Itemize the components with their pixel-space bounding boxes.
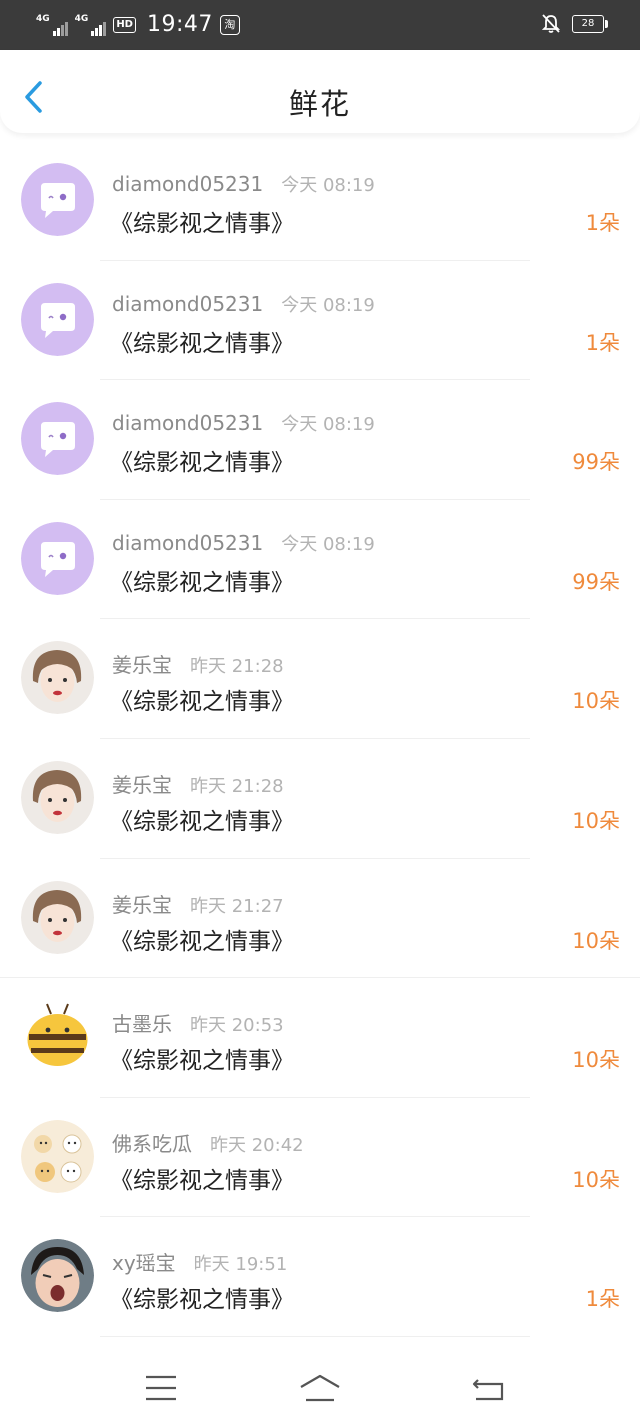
avatar[interactable] xyxy=(21,163,94,236)
list-item[interactable]: xy瑶宝 昨天 19:51 《综影视之情事》 1朵 xyxy=(0,1217,640,1337)
work-title: 《综影视之情事》 xyxy=(110,330,294,357)
flower-count: 10朵 xyxy=(572,689,620,714)
username-text: xy瑶宝 xyxy=(112,1251,176,1276)
network-type-label: 4G xyxy=(36,14,50,24)
timestamp: 今天 08:19 xyxy=(281,414,375,436)
work-title: 《综影视之情事》 xyxy=(110,211,294,237)
flower-count: 1朵 xyxy=(585,1287,620,1312)
username: 姜乐宝 昨天 21:28 xyxy=(112,769,284,798)
username-text: 姜乐宝 xyxy=(112,772,172,797)
avatar[interactable] xyxy=(21,282,94,356)
work-title: 《综影视之情事》 xyxy=(110,1287,294,1314)
username-text: diamond05231 xyxy=(112,172,264,196)
work-title: 《综影视之情事》 xyxy=(110,689,294,716)
taobao-notification-icon: 淘 xyxy=(219,15,240,35)
username-text: 姜乐宝 xyxy=(112,653,172,678)
menu-button[interactable] xyxy=(136,1370,186,1406)
username: 佛系吃瓜 昨天 20:42 xyxy=(112,1128,304,1157)
page-title: 鲜花 xyxy=(288,87,351,121)
username: 姜乐宝 昨天 21:28 xyxy=(112,649,284,678)
work-title: 《综影视之情事》 xyxy=(110,1167,294,1194)
timestamp: 昨天 19:51 xyxy=(193,1254,288,1276)
username: 古墨乐 昨天 20:53 xyxy=(112,1008,284,1037)
flower-count: 10朵 xyxy=(572,1048,620,1073)
timestamp: 昨天 21:28 xyxy=(190,656,284,678)
status-bar: 4G 4G HD 19:47 淘 28 xyxy=(0,0,640,50)
back-icon xyxy=(472,1379,504,1401)
signal-icon: 4G xyxy=(75,14,107,36)
list-item[interactable]: diamond05231 今天 08:19 《综影视之情事》 1朵 xyxy=(0,261,640,381)
bell-off-icon xyxy=(542,14,560,33)
timestamp: 昨天 21:28 xyxy=(190,775,284,797)
avatar[interactable] xyxy=(21,1239,94,1313)
flower-count: 10朵 xyxy=(572,1167,620,1192)
work-title: 《综影视之情事》 xyxy=(110,450,294,477)
timestamp: 今天 08:19 xyxy=(281,294,375,316)
avatar[interactable] xyxy=(21,760,94,834)
username-text: 古墨乐 xyxy=(112,1012,172,1037)
home-icon xyxy=(300,1374,340,1402)
avatar[interactable] xyxy=(21,1119,94,1193)
username-text: 佛系吃瓜 xyxy=(112,1131,192,1156)
username: diamond05231 今天 08:19 xyxy=(112,530,375,556)
flower-count: 1朵 xyxy=(585,330,620,355)
flower-list: diamond05231 今天 08:19 《综影视之情事》 1朵 diamond… xyxy=(0,141,640,1337)
list-item[interactable]: 姜乐宝 昨天 21:27 《综影视之情事》 10朵 xyxy=(0,859,640,979)
username-text: 姜乐宝 xyxy=(112,892,172,917)
clock: 19:47 xyxy=(146,12,213,37)
work-title: 《综影视之情事》 xyxy=(110,569,294,596)
username-text: diamond05231 xyxy=(112,291,264,316)
list-item[interactable]: diamond05231 今天 08:19 《综影视之情事》 99朵 xyxy=(0,500,640,620)
work-title: 《综影视之情事》 xyxy=(110,1048,294,1075)
flower-count: 1朵 xyxy=(585,211,620,235)
work-title: 《综影视之情事》 xyxy=(110,928,294,955)
username: xy瑶宝 昨天 19:51 xyxy=(112,1247,287,1276)
timestamp: 昨天 20:53 xyxy=(190,1015,284,1037)
username: diamond05231 今天 08:19 xyxy=(112,410,375,436)
hd-voice-icon: HD xyxy=(113,17,136,33)
timestamp: 昨天 21:27 xyxy=(190,895,284,917)
menu-icon xyxy=(146,1375,176,1401)
avatar[interactable] xyxy=(21,521,94,595)
list-item[interactable]: diamond05231 今天 08:19 《综影视之情事》 99朵 xyxy=(0,380,640,500)
flower-count: 10朵 xyxy=(572,928,620,953)
username: 姜乐宝 昨天 21:27 xyxy=(112,889,284,918)
header: 鲜花 xyxy=(0,50,640,133)
battery-level: 28 xyxy=(581,18,595,29)
timestamp: 昨天 20:42 xyxy=(210,1134,304,1156)
system-nav-bar xyxy=(0,1345,640,1427)
timestamp: 今天 08:19 xyxy=(281,533,375,555)
list-item[interactable]: 佛系吃瓜 昨天 20:42 《综影视之情事》 10朵 xyxy=(0,1098,640,1218)
avatar[interactable] xyxy=(21,402,94,476)
avatar[interactable] xyxy=(21,1000,94,1074)
flower-count: 99朵 xyxy=(572,450,620,475)
username-text: diamond05231 xyxy=(112,530,264,555)
username-text: diamond05231 xyxy=(112,411,264,436)
timestamp: 今天 08:19 xyxy=(281,175,375,196)
battery-icon: 28 xyxy=(572,15,608,33)
back-nav-button[interactable] xyxy=(464,1370,514,1406)
avatar[interactable] xyxy=(21,880,94,954)
flower-count: 99朵 xyxy=(572,569,620,594)
list-item[interactable]: 古墨乐 昨天 20:53 《综影视之情事》 10朵 xyxy=(0,978,640,1098)
list-item[interactable]: 姜乐宝 昨天 21:28 《综影视之情事》 10朵 xyxy=(0,619,640,739)
divider xyxy=(100,1335,530,1337)
list-item[interactable]: diamond05231 今天 08:19 《综影视之情事》 1朵 xyxy=(0,141,640,261)
username: diamond05231 今天 08:19 xyxy=(112,171,375,197)
signal-icon: 4G xyxy=(36,14,68,36)
username: diamond05231 今天 08:19 xyxy=(112,291,375,317)
flower-count: 10朵 xyxy=(572,808,620,833)
home-button[interactable] xyxy=(295,1370,345,1406)
network-type-label: 4G xyxy=(74,14,89,24)
work-title: 《综影视之情事》 xyxy=(110,808,294,835)
list-item[interactable]: 姜乐宝 昨天 21:28 《综影视之情事》 10朵 xyxy=(0,739,640,859)
avatar[interactable] xyxy=(21,641,94,715)
